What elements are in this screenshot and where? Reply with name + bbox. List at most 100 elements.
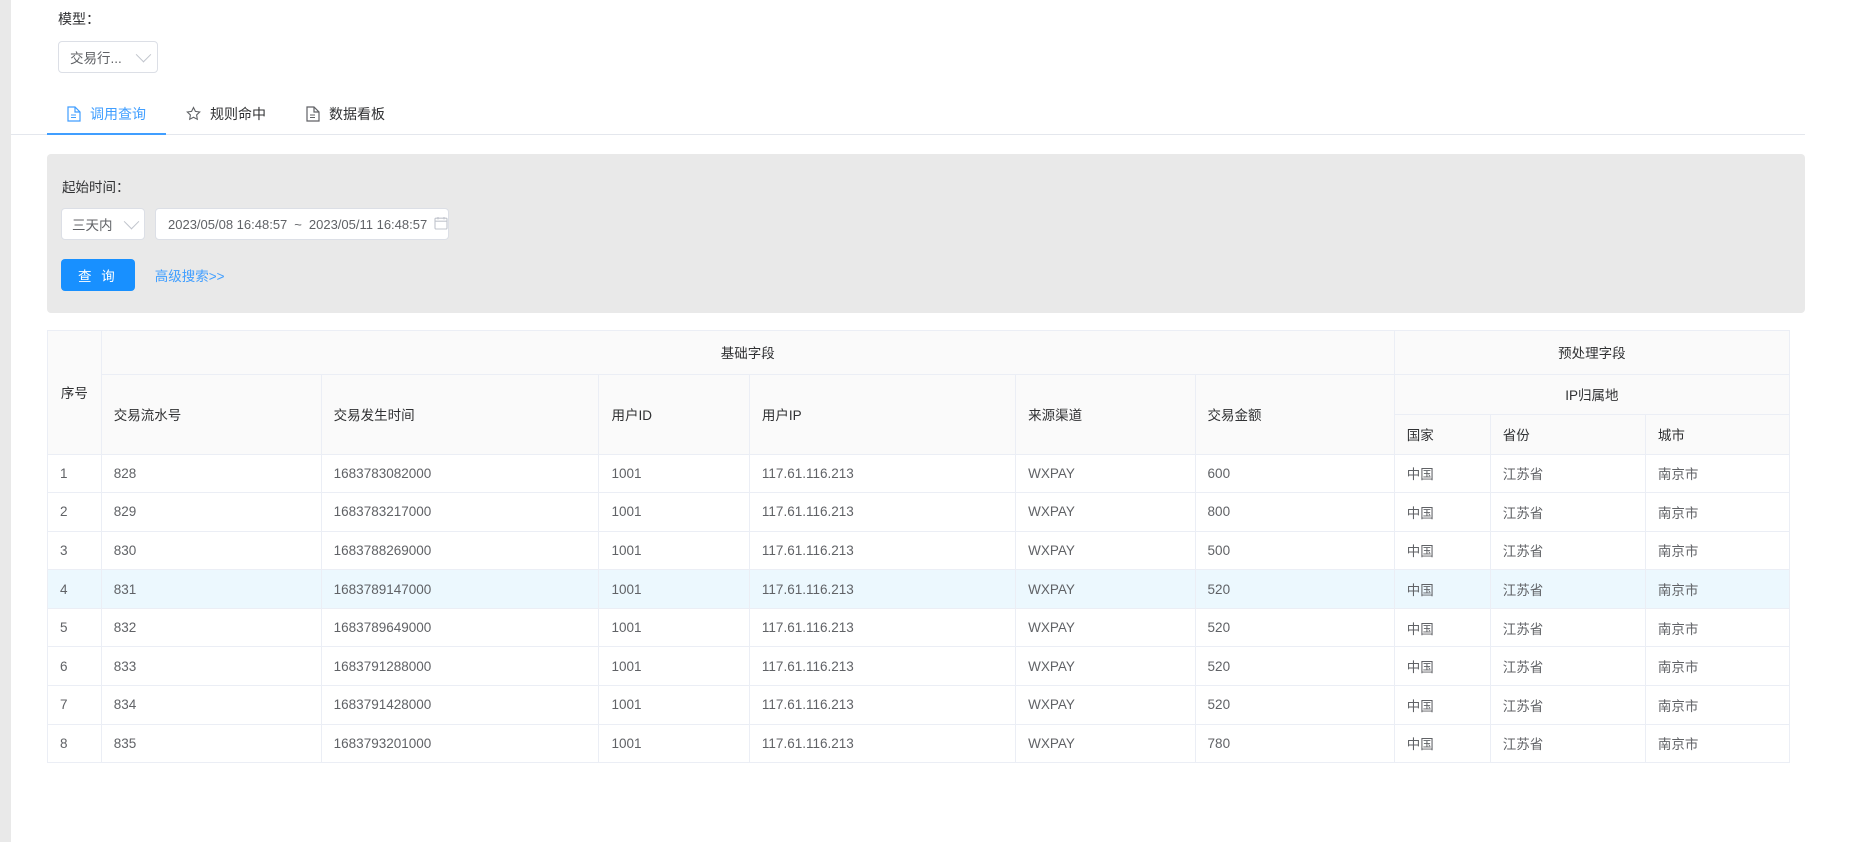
start-time-label: 起始时间： <box>62 180 130 195</box>
cell-amount: 600 <box>1195 454 1395 494</box>
cell-country: 中国 <box>1394 685 1491 725</box>
cell-country: 中国 <box>1394 569 1491 609</box>
cell-province: 江苏省 <box>1490 492 1646 532</box>
cell-user-id: 1001 <box>598 608 750 648</box>
col-header-user-id: 用户ID <box>598 374 750 455</box>
cell-country: 中国 <box>1394 531 1491 571</box>
cell-user-ip: 117.61.116.213 <box>749 492 1017 532</box>
table-row[interactable]: 5 832 1683789649000 1001 117.61.116.213 WXPAY… <box>48 608 1789 648</box>
cell-serial: 831 <box>101 569 322 609</box>
cell-city: 南京市 <box>1645 685 1789 725</box>
cell-user-ip: 117.61.116.213 <box>749 724 1017 764</box>
table-group-header-row: 序号 基础字段 预处理字段 <box>48 331 1789 455</box>
col-header-channel: 来源渠道 <box>1015 374 1196 455</box>
cell-no: 7 <box>48 685 102 725</box>
cell-serial: 834 <box>101 685 322 725</box>
cell-amount: 520 <box>1195 608 1395 648</box>
cell-time: 1683789147000 <box>321 569 600 609</box>
table-subgroup-header-row: 交易流水号 交易发生时间 用户ID 用户IP 来源渠道 交易金额 IP归属地 <box>48 374 1789 455</box>
cell-province: 江苏省 <box>1490 646 1646 687</box>
cell-time: 1683783217000 <box>321 492 600 532</box>
cell-channel: WXPAY <box>1015 454 1196 494</box>
cell-user-ip: 117.61.116.213 <box>749 531 1017 571</box>
cell-country: 中国 <box>1394 646 1491 687</box>
date-start-input[interactable]: 2023/05/08 16:48:57 <box>168 217 287 232</box>
table-row[interactable]: 4 831 1683789147000 1001 117.61.116.213 WXPAY… <box>48 569 1789 609</box>
tab-label: 数据看板 <box>329 106 385 122</box>
chevron-down-icon <box>135 46 152 62</box>
document-icon <box>67 106 81 122</box>
table-row[interactable]: 3 830 1683788269000 1001 117.61.116.213 WXPAY… <box>48 531 1789 571</box>
time-filter-row: 三天内 2023/05/08 16:48:57 ~ 2023/05/11 16:… <box>61 208 1805 240</box>
date-range-separator: ~ <box>294 216 302 232</box>
cell-amount: 500 <box>1195 531 1395 571</box>
cell-user-ip: 117.61.116.213 <box>749 569 1017 609</box>
col-header-serial: 交易流水号 <box>101 374 322 455</box>
cell-user-id: 1001 <box>598 531 750 571</box>
cell-channel: WXPAY <box>1015 685 1196 725</box>
col-header-country: 国家 <box>1394 414 1491 455</box>
chevron-down-icon <box>123 213 140 229</box>
cell-amount: 800 <box>1195 492 1395 532</box>
tab-data-board[interactable]: 数据看板 <box>286 94 405 134</box>
cell-user-ip: 117.61.116.213 <box>749 685 1017 725</box>
cell-city: 南京市 <box>1645 646 1789 687</box>
cell-no: 5 <box>48 608 102 648</box>
cell-channel: WXPAY <box>1015 646 1196 687</box>
left-gutter <box>0 0 11 842</box>
cell-serial: 830 <box>101 531 322 571</box>
cell-city: 南京市 <box>1645 492 1789 532</box>
cell-province: 江苏省 <box>1490 685 1646 725</box>
model-select[interactable]: 交易行... <box>58 41 158 73</box>
cell-user-id: 1001 <box>598 569 750 609</box>
cell-city: 南京市 <box>1645 569 1789 609</box>
cell-time: 1683783082000 <box>321 454 600 494</box>
cell-no: 1 <box>48 454 102 494</box>
cell-serial: 828 <box>101 454 322 494</box>
cell-city: 南京市 <box>1645 531 1789 571</box>
cell-city: 南京市 <box>1645 608 1789 648</box>
table-row[interactable]: 8 835 1683793201000 1001 117.61.116.213 WXPAY… <box>48 724 1789 764</box>
cell-channel: WXPAY <box>1015 724 1196 764</box>
table-row[interactable]: 1 828 1683783082000 1001 117.61.116.213 WXPAY… <box>48 454 1789 494</box>
model-select-value: 交易行... <box>70 51 122 66</box>
tab-rule-hit[interactable]: 规则命中 <box>166 94 286 134</box>
model-selector-block: 模型： 交易行... <box>11 0 1867 73</box>
col-group-preprocess: 预处理字段 <box>1394 331 1789 375</box>
cell-user-id: 1001 <box>598 724 750 764</box>
cell-serial: 832 <box>101 608 322 648</box>
cell-province: 江苏省 <box>1490 569 1646 609</box>
cell-channel: WXPAY <box>1015 608 1196 648</box>
table-body: 1 828 1683783082000 1001 117.61.116.213 WXPAY… <box>48 454 1789 764</box>
cell-time: 1683791288000 <box>321 646 600 687</box>
col-header-amount: 交易金额 <box>1195 374 1395 455</box>
col-header-province: 省份 <box>1490 414 1646 455</box>
query-button[interactable]: 查 询 <box>61 259 135 291</box>
date-range-picker[interactable]: 2023/05/08 16:48:57 ~ 2023/05/11 16:48:5… <box>155 208 449 240</box>
cell-no: 8 <box>48 724 102 764</box>
calendar-icon <box>434 216 448 233</box>
search-actions: 查 询 高级搜索>> <box>61 259 1805 291</box>
cell-channel: WXPAY <box>1015 492 1196 532</box>
cell-user-id: 1001 <box>598 492 750 532</box>
cell-serial: 833 <box>101 646 322 687</box>
tab-call-query[interactable]: 调用查询 <box>47 94 166 135</box>
date-end-input[interactable]: 2023/05/11 16:48:57 <box>309 217 427 232</box>
cell-amount: 780 <box>1195 724 1395 764</box>
app-root: 模型： 交易行... 调用查询 规则命中 数据看板 起始时间： 三天内 2023… <box>0 0 1867 842</box>
cell-province: 江苏省 <box>1490 724 1646 764</box>
range-preset-select[interactable]: 三天内 <box>61 208 145 240</box>
cell-user-ip: 117.61.116.213 <box>749 608 1017 648</box>
cell-serial: 835 <box>101 724 322 764</box>
model-label: 模型： <box>58 11 100 27</box>
tab-label: 规则命中 <box>210 106 266 122</box>
cell-no: 3 <box>48 531 102 571</box>
table-row[interactable]: 7 834 1683791428000 1001 117.61.116.213 WXPAY… <box>48 685 1789 725</box>
table-row[interactable]: 2 829 1683783217000 1001 117.61.116.213 WXPAY… <box>48 492 1789 532</box>
cell-user-id: 1001 <box>598 685 750 725</box>
advanced-search-link[interactable]: 高级搜索>> <box>155 265 225 285</box>
cell-province: 江苏省 <box>1490 531 1646 571</box>
table-row[interactable]: 6 833 1683791288000 1001 117.61.116.213 WXPAY… <box>48 646 1789 687</box>
cell-time: 1683793201000 <box>321 724 600 764</box>
cell-user-id: 1001 <box>598 454 750 494</box>
